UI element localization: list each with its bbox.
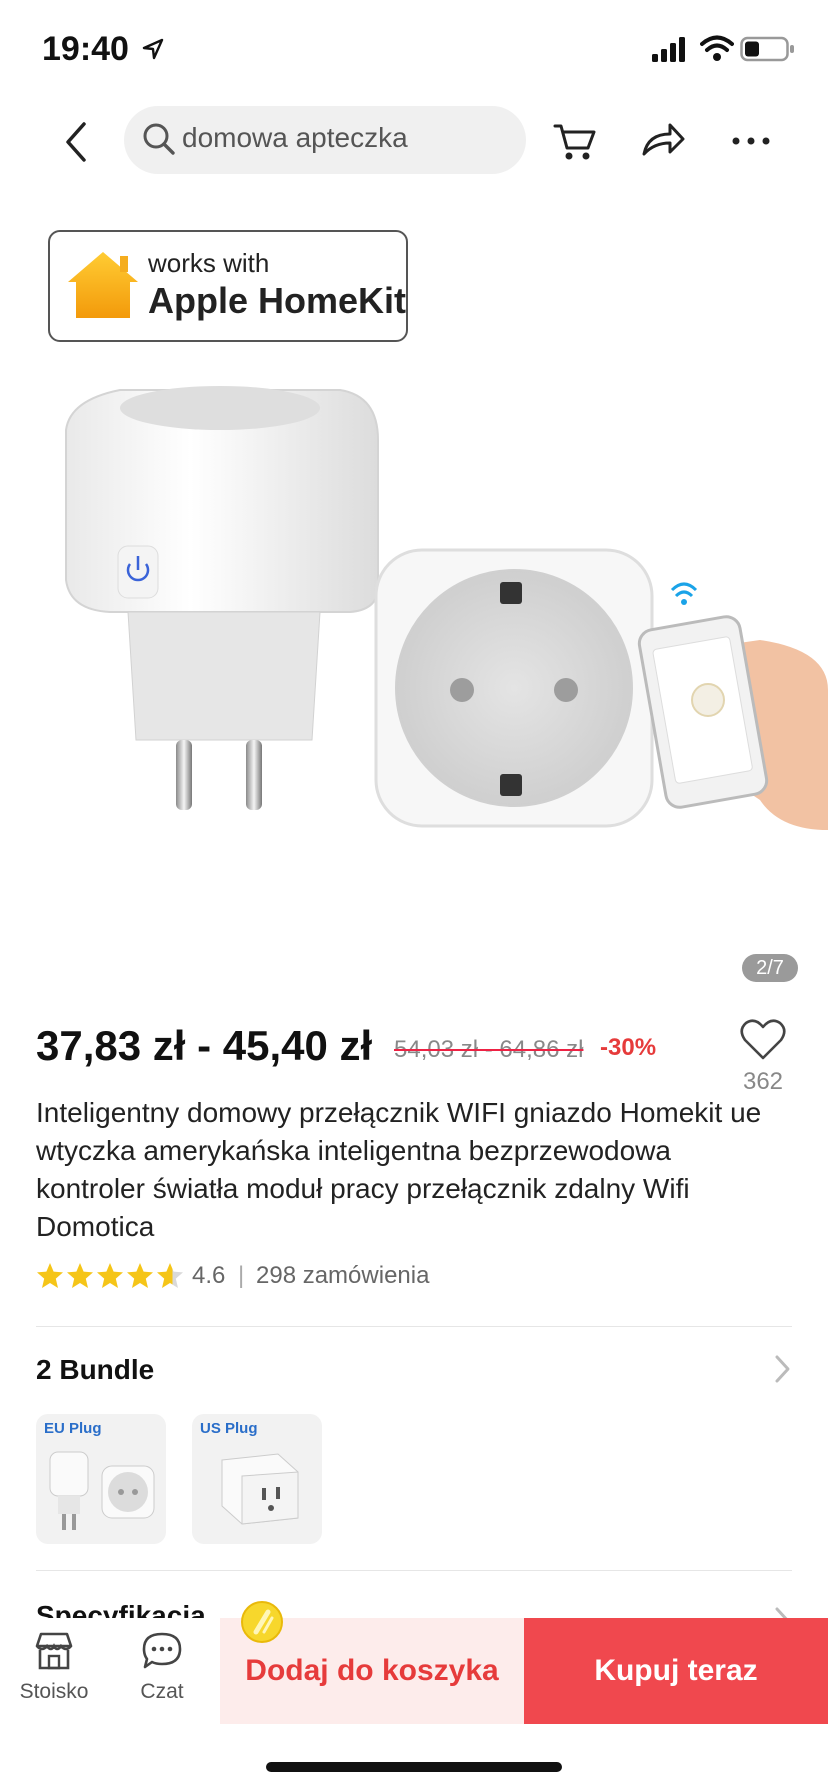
star-icon xyxy=(37,1263,63,1288)
search-query: domowa apteczka xyxy=(182,122,408,153)
bundle-title[interactable]: 2 Bundle xyxy=(36,1354,154,1386)
location-arrow-icon xyxy=(142,38,164,60)
nav-bar: domowa apteczka xyxy=(0,100,828,200)
search-input[interactable]: domowa apteczka xyxy=(124,106,526,174)
divider xyxy=(36,1570,792,1571)
rating-row[interactable]: 4.6 | 298 zamówienia xyxy=(36,1262,636,1292)
signal-icon xyxy=(652,37,685,62)
product-gallery[interactable]: works with Apple HomeKit 2/7 xyxy=(0,210,828,990)
buy-now-button[interactable]: Kupuj teraz xyxy=(524,1618,828,1724)
heart-icon[interactable] xyxy=(740,1018,786,1062)
original-price: 54,03 zł - 64,86 zł xyxy=(394,1036,584,1063)
wishlist-count: 362 xyxy=(742,1068,784,1095)
store-label: Stoisko xyxy=(19,1680,89,1703)
battery-icon xyxy=(740,36,794,62)
cart-icon[interactable] xyxy=(552,118,598,164)
gallery-page-indicator: 2/7 xyxy=(742,954,798,982)
status-bar: 19:40 xyxy=(0,0,828,100)
product-image xyxy=(65,386,828,830)
store-button[interactable]: Stoisko xyxy=(14,1630,94,1720)
discount-badge: -30% xyxy=(600,1034,657,1061)
share-icon[interactable] xyxy=(640,118,686,164)
homekit-badge-line2: Apple HomeKit xyxy=(148,280,407,321)
bundle-option-label: US Plug xyxy=(200,1420,258,1437)
star-icon xyxy=(97,1263,123,1288)
search-icon xyxy=(143,123,175,155)
price-row: 37,83 zł - 45,40 zł 54,03 zł - 64,86 zł … xyxy=(36,1022,796,1082)
orders-count: 298 zamówienia xyxy=(256,1262,430,1289)
chevron-right-icon[interactable] xyxy=(772,1352,794,1386)
bottom-action-bar: Stoisko Czat Dodaj do koszyka Kupuj tera… xyxy=(0,1618,828,1724)
store-icon xyxy=(35,1632,73,1670)
star-icon xyxy=(67,1263,93,1288)
chat-button[interactable]: Czat xyxy=(122,1630,202,1720)
coin-icon[interactable] xyxy=(240,1600,284,1644)
back-chevron-icon[interactable] xyxy=(56,120,100,164)
homekit-badge: works with Apple HomeKit xyxy=(48,230,408,342)
homekit-house-icon xyxy=(68,252,138,318)
rating-separator: | xyxy=(238,1262,245,1289)
wifi-icon xyxy=(700,35,734,61)
bundle-option-eu-plug[interactable]: EU Plug xyxy=(36,1414,166,1544)
homekit-badge-line1: works with xyxy=(148,248,270,278)
status-time: 19:40 xyxy=(42,30,129,68)
more-icon[interactable] xyxy=(728,118,774,164)
chat-label: Czat xyxy=(140,1680,184,1703)
price-range: 37,83 zł - 45,40 zł xyxy=(36,1022,373,1069)
star-icon xyxy=(157,1263,183,1288)
rating-stars xyxy=(37,1263,183,1288)
home-indicator[interactable] xyxy=(266,1762,562,1772)
star-icon xyxy=(127,1263,153,1288)
rating-value: 4.6 xyxy=(192,1262,226,1289)
chat-icon xyxy=(142,1632,182,1669)
divider xyxy=(36,1326,792,1327)
product-title: Inteligentny domowy przełącznik WIFI gni… xyxy=(36,1097,762,1242)
bundle-option-label: EU Plug xyxy=(44,1420,102,1437)
bundle-option-us-plug[interactable]: US Plug xyxy=(192,1414,322,1544)
